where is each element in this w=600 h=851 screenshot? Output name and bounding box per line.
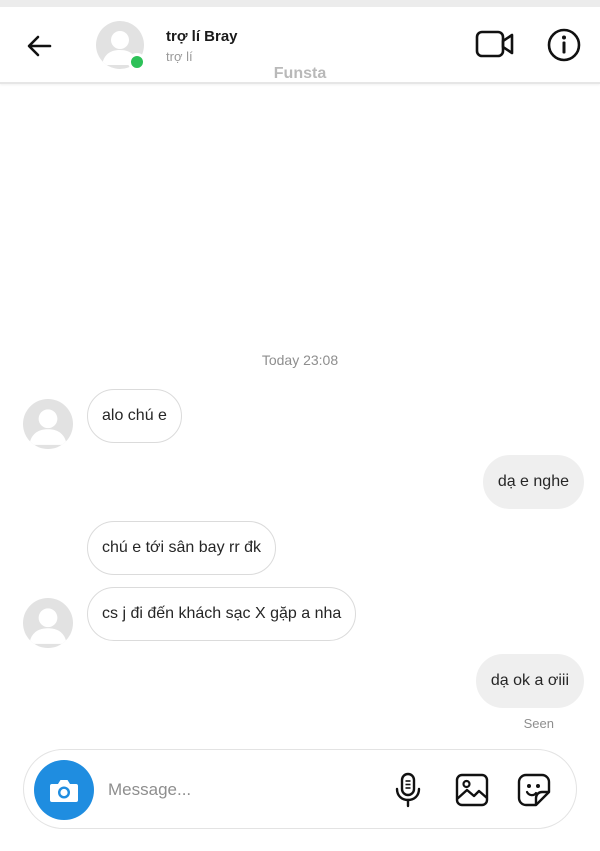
- image-gallery-icon: [455, 773, 489, 807]
- message-composer: [23, 749, 577, 829]
- seen-receipt: Seen: [523, 716, 554, 731]
- video-camera-icon: [475, 30, 514, 58]
- video-call-button[interactable]: [474, 27, 516, 61]
- contact-avatar[interactable]: [96, 21, 146, 71]
- sticker-button[interactable]: [514, 770, 554, 810]
- message-bubble-incoming[interactable]: cs j đi đến khách sạc X gặp a nha: [87, 587, 357, 641]
- chat-header: trợ lí Bray trợ lí Funsta: [0, 7, 600, 84]
- camera-icon: [50, 780, 78, 802]
- sender-avatar[interactable]: [23, 598, 73, 648]
- thread-timestamp: Today 23:08: [261, 352, 339, 368]
- user-placeholder-icon: [29, 409, 67, 445]
- status-strip: [0, 0, 600, 7]
- user-placeholder-icon: [29, 608, 67, 644]
- message-bubble-outgoing[interactable]: dạ e nghe: [482, 455, 584, 509]
- camera-button[interactable]: [34, 760, 94, 820]
- gallery-button[interactable]: [452, 770, 492, 810]
- message-bubble-incoming[interactable]: alo chú e: [87, 389, 182, 443]
- message-bubble-incoming[interactable]: chú e tới sân bay rr đk: [87, 521, 277, 575]
- info-icon: [547, 28, 581, 62]
- sticker-icon: [517, 773, 551, 807]
- message-input[interactable]: [108, 772, 368, 808]
- contact-name[interactable]: trợ lí Bray: [166, 28, 238, 45]
- back-button[interactable]: [22, 29, 56, 63]
- message-bubble-outgoing[interactable]: dạ ok a ơiii: [475, 654, 584, 708]
- microphone-icon: [395, 772, 421, 808]
- sender-avatar[interactable]: [23, 399, 73, 449]
- info-button[interactable]: [545, 26, 583, 64]
- contact-subtitle: trợ lí: [166, 49, 193, 64]
- app-watermark: Funsta: [273, 65, 327, 82]
- voice-message-button[interactable]: [388, 770, 428, 810]
- arrow-left-icon: [27, 35, 52, 57]
